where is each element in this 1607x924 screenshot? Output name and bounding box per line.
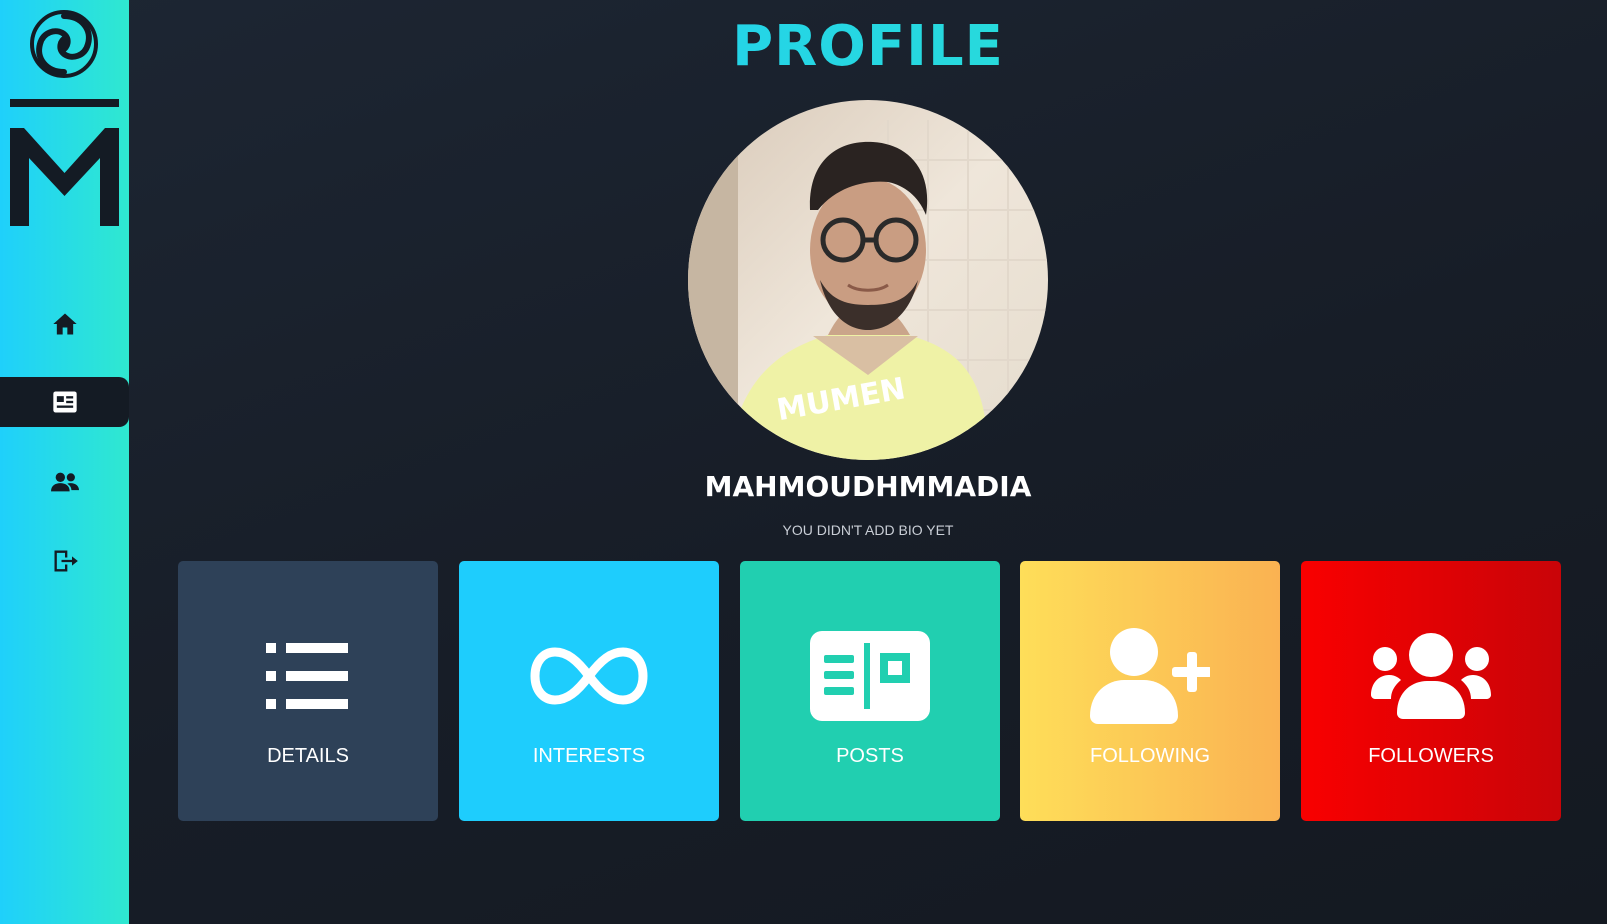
followers-card[interactable]: FOLLOWERS — [1301, 561, 1561, 821]
posts-card[interactable]: POSTS — [740, 561, 1000, 821]
card-label: DETAILS — [267, 745, 349, 767]
newspaper-icon — [810, 631, 930, 721]
user-plus-icon — [1090, 628, 1210, 724]
m-logo-icon — [10, 128, 119, 226]
page-title: PROFILE — [129, 14, 1607, 79]
username: MAHMOUDHMMADIA — [704, 470, 1032, 503]
logo-divider — [10, 99, 119, 107]
sidebar-item-logout[interactable] — [0, 536, 129, 586]
sidebar-item-profile[interactable] — [0, 377, 129, 427]
infinity-icon — [530, 647, 648, 705]
logout-icon — [54, 550, 78, 572]
list-icon — [266, 643, 348, 709]
sidebar-item-friends[interactable] — [0, 457, 129, 507]
home-icon — [52, 313, 77, 335]
card-label: FOLLOWING — [1089, 745, 1210, 767]
card-label: POSTS — [836, 745, 904, 767]
interests-card[interactable]: INTERESTS — [459, 561, 719, 821]
following-card[interactable]: FOLLOWING — [1020, 561, 1280, 821]
swirl-logo-icon[interactable] — [30, 10, 98, 78]
users-icon — [50, 472, 79, 492]
bio-text: YOU DIDN'T ADD BIO YET — [782, 522, 954, 538]
card-label: INTERESTS — [532, 745, 646, 767]
sidebar — [0, 0, 129, 924]
sidebar-item-home[interactable] — [0, 299, 129, 349]
details-card[interactable]: DETAILS — [178, 561, 438, 821]
card-label: FOLLOWERS — [1368, 745, 1494, 767]
users-icon — [1371, 633, 1491, 719]
avatar: MUMEN — [688, 100, 1048, 460]
profile-card-icon — [52, 391, 77, 413]
